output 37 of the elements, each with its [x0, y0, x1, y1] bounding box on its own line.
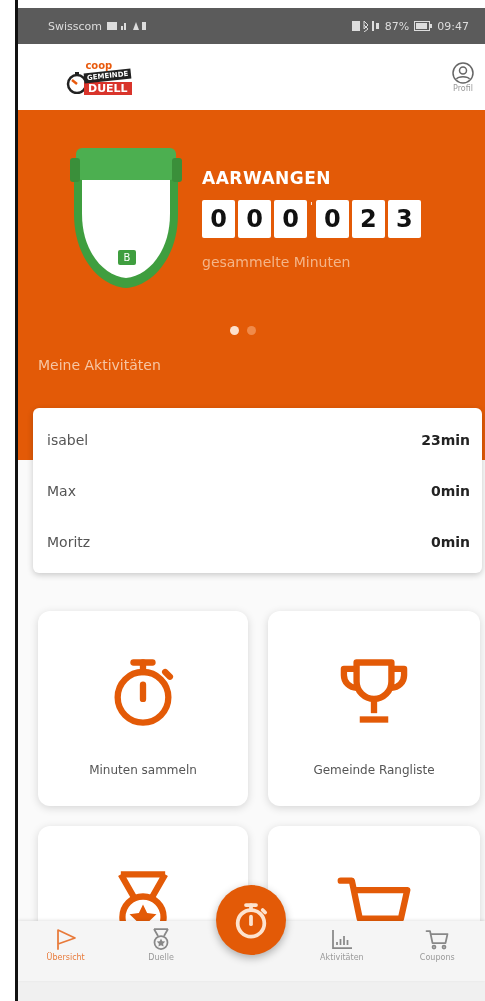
counter-digit: 0 [238, 200, 271, 238]
cart-icon [425, 927, 450, 951]
logo-text: coop [85, 59, 113, 71]
profile-button[interactable]: Profil [443, 61, 483, 93]
counter-digit: 3 [387, 200, 421, 238]
counter-digit: 2 [351, 200, 385, 238]
carrier-name: Swisscom [48, 19, 102, 33]
profile-icon [452, 61, 474, 84]
section-title: Meine Aktivitäten [38, 357, 162, 373]
counter-digit: 0 [202, 200, 235, 238]
nav-tab[interactable]: Duelle [121, 927, 202, 962]
logo-text: DUELL [84, 81, 132, 95]
battery-percent: 87% [384, 19, 410, 33]
member-minutes: 0min [430, 482, 470, 499]
connectivity-icons [351, 20, 380, 32]
member-minutes: 23min [421, 431, 470, 448]
bar-chart-icon [329, 927, 354, 951]
member-name: Max [47, 482, 76, 499]
signal-icons [107, 20, 147, 32]
thousands-separator: ' [310, 200, 313, 214]
carousel-dot[interactable] [246, 326, 256, 335]
member-name: Moritz [47, 533, 91, 550]
tile-button[interactable]: Minuten sammeln [38, 611, 248, 806]
counter-caption: gesammelte Minuten [202, 254, 352, 270]
clock-time: 09:47 [437, 19, 469, 33]
carousel-dot[interactable] [229, 326, 239, 335]
counter-digit: 0 [315, 200, 349, 238]
nav-tab[interactable]: Coupons [397, 927, 478, 962]
member-minutes: 0min [430, 533, 470, 550]
member-name: isabel [47, 431, 89, 448]
counter-digit: 0 [274, 200, 307, 238]
town-name: AARWANGEN [202, 168, 333, 188]
nav-tab[interactable]: Aktivitäten [301, 927, 382, 962]
badge-letter: B [118, 250, 136, 265]
nav-tab[interactable]: Übersicht [25, 927, 106, 962]
tile-button[interactable]: Gemeinde Rangliste [268, 611, 480, 806]
battery-icon [414, 21, 433, 31]
